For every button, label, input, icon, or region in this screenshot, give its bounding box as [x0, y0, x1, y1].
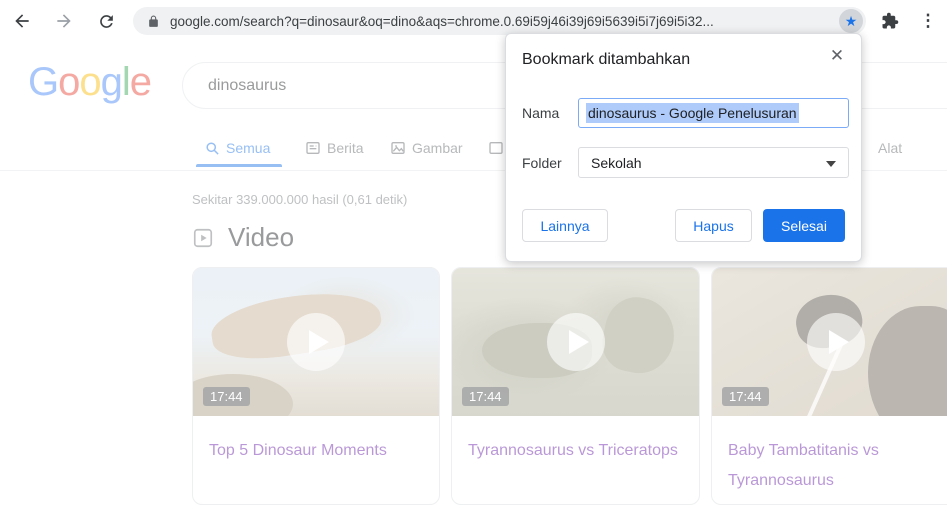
logo-letter: g — [100, 60, 123, 104]
dialog-title: Bookmark ditambahkan — [522, 51, 691, 68]
tab-semua[interactable]: Semua — [205, 140, 270, 156]
video-card[interactable]: 17:44 Baby Tambatitanis vs Tyrannosaurus — [711, 267, 947, 505]
chevron-down-icon — [826, 161, 836, 167]
results-stats: Sekitar 339.000.000 hasil (0,61 detik) — [192, 192, 408, 207]
logo-letter: o — [79, 60, 101, 104]
video-section-title: Video — [228, 222, 295, 252]
video-card[interactable]: 17:44 Tyrannosaurus vs Triceratops — [451, 267, 700, 505]
play-button-icon[interactable] — [287, 313, 345, 371]
browser-menu-button[interactable]: ⋮ — [914, 7, 942, 35]
play-button-icon[interactable] — [807, 313, 865, 371]
folder-field-label: Folder — [522, 155, 562, 171]
play-button-icon[interactable] — [546, 313, 605, 371]
search-tab-icon — [206, 141, 219, 155]
tab-partial-icon[interactable] — [488, 140, 504, 159]
bookmark-star-button[interactable]: ★ — [839, 9, 863, 33]
bookmark-added-dialog: Bookmark ditambahkan ✕ Nama dinosaurus -… — [505, 33, 862, 262]
ssl-lock-icon[interactable] — [147, 15, 160, 28]
tab-berita[interactable]: Berita — [305, 140, 364, 156]
close-icon: ✕ — [829, 46, 845, 65]
images-tab-icon — [391, 142, 405, 154]
logo-letter: o — [58, 60, 80, 104]
video-section-heading: Video — [192, 222, 294, 253]
tab-gambar[interactable]: Gambar — [390, 140, 463, 156]
tab-label: Gambar — [412, 140, 463, 156]
more-options-button[interactable]: Lainnya — [522, 209, 608, 242]
bookmark-name-input[interactable]: dinosaurus - Google Penelusuran — [578, 98, 849, 128]
logo-letter: l — [121, 60, 131, 104]
tools-button[interactable]: Alat — [878, 140, 902, 156]
video-thumbnail[interactable]: 17:44 — [712, 268, 947, 416]
remove-bookmark-button[interactable]: Hapus — [675, 209, 752, 242]
folder-select[interactable]: Sekolah — [578, 147, 849, 178]
video-thumbnail[interactable]: 17:44 — [193, 268, 439, 416]
video-card[interactable]: 17:44 Top 5 Dinosaur Moments — [192, 267, 440, 505]
extensions-button[interactable] — [876, 7, 904, 35]
forward-button[interactable] — [48, 5, 80, 37]
back-button[interactable] — [6, 5, 38, 37]
done-button[interactable]: Selesai — [763, 209, 845, 242]
tab-label: Berita — [327, 140, 364, 156]
thumbnail-art — [596, 291, 682, 380]
logo-letter: G — [28, 60, 59, 104]
reload-icon — [99, 14, 113, 28]
tab-label: Semua — [226, 140, 271, 156]
active-tab-underline — [196, 164, 282, 167]
news-tab-icon — [306, 142, 320, 154]
star-icon: ★ — [844, 13, 858, 29]
folder-selected-value: Sekolah — [591, 154, 642, 171]
name-field-label: Nama — [522, 105, 560, 121]
dialog-close-button[interactable]: ✕ — [825, 44, 849, 68]
reload-button[interactable] — [90, 5, 122, 37]
logo-letter: e — [129, 60, 152, 104]
thumbnail-art — [868, 306, 947, 416]
address-bar[interactable]: google.com/search?q=dinosaur&oq=dino&aqs… — [133, 7, 866, 35]
video-title-link[interactable]: Top 5 Dinosaur Moments — [193, 416, 439, 466]
video-section-icon — [193, 228, 213, 247]
more-vert-icon: ⋮ — [919, 11, 937, 30]
selected-name-text: dinosaurus - Google Penelusuran — [586, 103, 799, 123]
forward-icon — [57, 14, 71, 28]
back-icon — [15, 14, 29, 28]
video-title-link[interactable]: Tyrannosaurus vs Triceratops — [452, 416, 699, 466]
google-logo[interactable]: Google — [28, 60, 152, 105]
duration-badge: 17:44 — [203, 387, 250, 406]
duration-badge: 17:44 — [722, 387, 769, 406]
duration-badge: 17:44 — [462, 387, 509, 406]
video-thumbnail[interactable]: 17:44 — [452, 268, 699, 416]
search-query-text: dinosaurus — [208, 76, 287, 94]
video-title-link[interactable]: Baby Tambatitanis vs Tyrannosaurus — [712, 416, 947, 496]
puzzle-icon — [882, 12, 899, 29]
url-text: google.com/search?q=dinosaur&oq=dino&aqs… — [170, 13, 714, 29]
